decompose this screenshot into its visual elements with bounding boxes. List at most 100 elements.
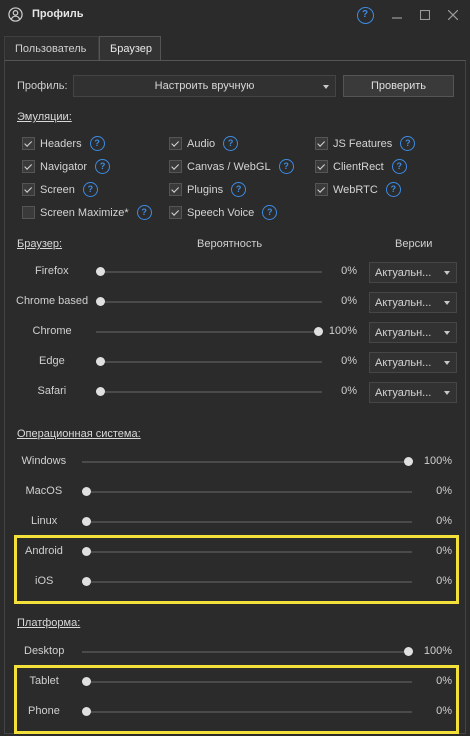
- help-icon[interactable]: ?: [231, 182, 247, 197]
- slider-track[interactable]: [96, 271, 322, 273]
- checkbox-screen[interactable]: Screen?: [22, 182, 98, 197]
- version-select-firefox[interactable]: Актуальн...: [369, 262, 457, 283]
- checkbox-label: ClientRect: [333, 160, 384, 173]
- slider-chrome-based[interactable]: [96, 297, 322, 307]
- profile-select[interactable]: Настроить вручную: [73, 75, 336, 97]
- checkbox-canvas-webgl[interactable]: Canvas / WebGL?: [169, 159, 294, 174]
- slider-handle[interactable]: [404, 647, 413, 656]
- slider-desktop[interactable]: [82, 647, 413, 657]
- minimize-icon: [392, 17, 402, 19]
- version-select-safari[interactable]: Актуальн...: [369, 382, 457, 403]
- slider-chrome[interactable]: [96, 327, 323, 337]
- slider-handle[interactable]: [82, 487, 91, 496]
- slider-track[interactable]: [82, 491, 412, 493]
- help-icon[interactable]: ?: [385, 182, 401, 197]
- slider-handle[interactable]: [96, 387, 105, 396]
- help-icon[interactable]: ?: [391, 159, 407, 174]
- row-label-windows: Windows: [21, 455, 67, 467]
- close-button[interactable]: [444, 6, 462, 24]
- help-icon[interactable]: ?: [278, 159, 294, 174]
- checkbox-box[interactable]: [169, 206, 182, 219]
- checkbox-speech-voice[interactable]: Speech Voice?: [169, 205, 278, 220]
- percentage-value: 0%: [436, 485, 452, 497]
- slider-macos[interactable]: [82, 487, 412, 497]
- check-button-label: Проверить: [370, 80, 426, 92]
- version-select-edge[interactable]: Актуальн...: [369, 352, 457, 373]
- checkbox-box[interactable]: [22, 137, 35, 150]
- help-button[interactable]: ?: [356, 6, 374, 24]
- slider-track[interactable]: [96, 361, 322, 363]
- checkbox-navigator[interactable]: Navigator?: [22, 159, 111, 174]
- checkbox-box[interactable]: [315, 183, 328, 196]
- checkbox-box[interactable]: [169, 183, 182, 196]
- checkbox-audio[interactable]: Audio?: [169, 136, 239, 151]
- help-icon: ?: [356, 6, 374, 24]
- chevron-down-icon: [444, 391, 450, 395]
- slider-linux[interactable]: [82, 517, 412, 527]
- checkbox-box[interactable]: [22, 160, 35, 173]
- version-select-chrome[interactable]: Актуальн...: [369, 322, 457, 343]
- slider-edge[interactable]: [96, 357, 322, 367]
- checkbox-box[interactable]: [169, 137, 182, 150]
- tab-browser[interactable]: Браузер: [99, 36, 161, 61]
- highlight-mobile-platform: [14, 665, 459, 734]
- browser-title: Браузер:: [17, 238, 63, 250]
- percentage-value: 0%: [341, 295, 357, 307]
- slider-safari[interactable]: [96, 387, 322, 397]
- help-icon[interactable]: ?: [223, 136, 239, 151]
- highlight-mobile-os: [14, 535, 459, 604]
- checkbox-box[interactable]: [169, 160, 182, 173]
- help-icon[interactable]: ?: [95, 159, 111, 174]
- chevron-down-icon: [323, 85, 329, 89]
- slider-firefox[interactable]: [96, 267, 322, 277]
- checkbox-box[interactable]: [315, 160, 328, 173]
- minimize-button[interactable]: [388, 6, 406, 24]
- slider-track[interactable]: [82, 651, 412, 653]
- checkbox-js-features[interactable]: JS Features?: [315, 136, 416, 151]
- help-icon[interactable]: ?: [400, 136, 416, 151]
- slider-windows[interactable]: [82, 457, 413, 467]
- slider-handle[interactable]: [96, 357, 105, 366]
- slider-handle[interactable]: [404, 457, 413, 466]
- help-icon[interactable]: ?: [89, 136, 105, 151]
- profile-select-value: Настроить вручную: [154, 80, 255, 92]
- maximize-button[interactable]: [416, 6, 434, 24]
- help-icon[interactable]: ?: [262, 205, 278, 220]
- checkbox-label: Speech Voice: [187, 206, 255, 219]
- slider-track[interactable]: [96, 301, 322, 303]
- version-select-value: Актуальн...: [375, 326, 432, 339]
- percentage-value: 100%: [423, 645, 452, 657]
- checkbox-plugins[interactable]: Plugins?: [169, 182, 247, 197]
- checkbox-headers[interactable]: Headers?: [22, 136, 105, 151]
- slider-track[interactable]: [82, 521, 412, 523]
- checkbox-label: Canvas / WebGL: [187, 160, 271, 173]
- chevron-down-icon: [444, 271, 450, 275]
- profile-label: Профиль:: [17, 80, 68, 92]
- versions-header: Версии: [395, 238, 433, 250]
- slider-track[interactable]: [82, 461, 412, 463]
- row-label-chrome: Chrome: [32, 325, 72, 337]
- row-label-edge: Edge: [39, 355, 65, 367]
- row-label-desktop: Desktop: [24, 645, 65, 657]
- help-icon[interactable]: ?: [82, 182, 98, 197]
- checkbox-clientrect[interactable]: ClientRect?: [315, 159, 407, 174]
- tab-user[interactable]: Пользователь: [4, 36, 99, 61]
- slider-track[interactable]: [96, 331, 322, 333]
- percentage-value: 0%: [341, 385, 357, 397]
- checkbox-box[interactable]: [315, 137, 328, 150]
- probability-header: Вероятность: [197, 238, 263, 250]
- check-button[interactable]: Проверить: [343, 75, 454, 97]
- version-select-chrome-based[interactable]: Актуальн...: [369, 292, 457, 313]
- percentage-value: 100%: [423, 455, 452, 467]
- checkbox-webrtc[interactable]: WebRTC?: [315, 182, 401, 197]
- slider-track[interactable]: [96, 391, 322, 393]
- help-icon[interactable]: ?: [136, 205, 152, 220]
- checkbox-box[interactable]: [22, 206, 35, 219]
- checkbox-screen-maximize[interactable]: Screen Maximize*?: [22, 205, 152, 220]
- slider-handle[interactable]: [96, 267, 105, 276]
- checkbox-label: Plugins: [187, 183, 224, 196]
- slider-handle[interactable]: [96, 297, 105, 306]
- checkbox-box[interactable]: [22, 183, 35, 196]
- slider-handle[interactable]: [82, 517, 91, 526]
- row-label-macos: MacOS: [25, 485, 63, 497]
